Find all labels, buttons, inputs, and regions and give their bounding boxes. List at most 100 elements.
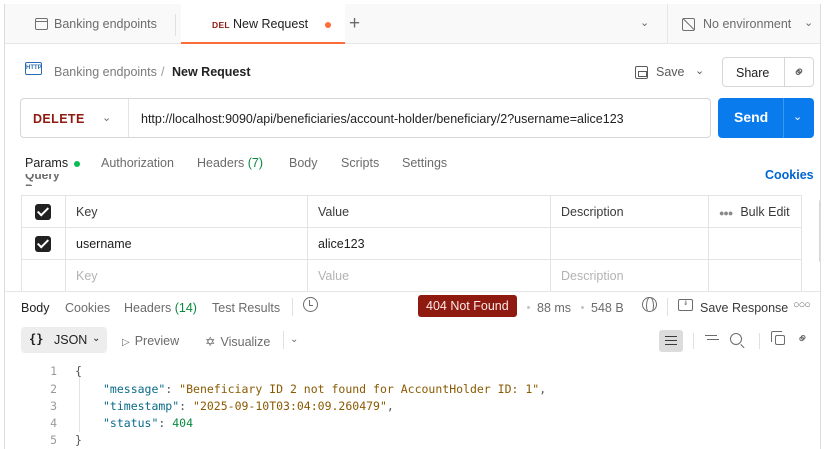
tab-new-request[interactable]: DEL New Request — [181, 4, 345, 44]
json-key: "message" — [103, 382, 166, 396]
format-selector[interactable]: {} JSON ⌄ — [21, 327, 107, 353]
tab-test-results[interactable]: Test Results — [212, 301, 280, 315]
tab-headers-label: Headers — [197, 156, 245, 170]
select-all-checkbox[interactable] — [35, 204, 51, 220]
code-line-status: "status": 404 — [103, 416, 194, 430]
wrap-lines-icon[interactable] — [659, 330, 683, 352]
tab-body[interactable]: Body — [289, 156, 318, 170]
search-icon[interactable] — [730, 333, 742, 345]
json-value: 404 — [172, 416, 194, 430]
params-table: Key Value Description ●●● Bulk Edit usern… — [21, 195, 802, 292]
empty-actions-cell — [708, 260, 802, 292]
tab-params[interactable]: Params — [25, 156, 81, 170]
json-trail: , — [386, 399, 394, 413]
row-checkbox[interactable] — [35, 236, 51, 252]
visualize-button[interactable]: ✡ Visualize — [205, 334, 270, 349]
json-value: "Beneficiary ID 2 not found for AccountH… — [179, 382, 540, 396]
request-tabs: Params Authorization Headers (7) Body Sc… — [5, 154, 820, 184]
save-icon — [635, 65, 648, 79]
filter-icon[interactable] — [705, 335, 717, 345]
bulk-edit-button[interactable]: ●●● Bulk Edit — [708, 196, 802, 228]
response-meta-divider — [667, 298, 668, 316]
tab-authorization[interactable]: Authorization — [101, 156, 174, 170]
params-active-dot-icon — [74, 160, 81, 167]
link-icon[interactable]: ⚭ — [793, 328, 813, 348]
tab-method-badge: DEL — [212, 20, 230, 30]
line-number: 2 — [50, 382, 57, 396]
url-divider — [128, 99, 129, 137]
json-key: "status" — [103, 416, 159, 430]
query-params-title: Query Params — [25, 174, 105, 186]
collection-icon — [35, 18, 48, 30]
send-button[interactable]: Send — [734, 109, 768, 125]
cookies-link[interactable]: Cookies — [765, 168, 814, 182]
preview-button[interactable]: ▷ Preview — [122, 334, 179, 348]
new-value-field[interactable]: Value — [307, 260, 550, 292]
response-divider[interactable] — [5, 291, 820, 292]
bulk-edit-label: Bulk Edit — [740, 205, 790, 219]
param-description-field[interactable] — [550, 228, 708, 260]
new-key-field[interactable]: Key — [65, 260, 307, 292]
meta-separator-dot — [581, 306, 584, 309]
visualize-divider — [283, 331, 284, 349]
save-button[interactable]: Save — [635, 58, 685, 86]
tab-scripts[interactable]: Scripts — [341, 156, 379, 170]
play-icon: ▷ — [122, 337, 130, 348]
response-body-editor[interactable]: 1 2 3 4 5 { "message": "Beneficiary ID 2… — [5, 359, 820, 449]
breadcrumb-collection[interactable]: Banking endpoints — [54, 65, 157, 79]
column-header-value: Value — [307, 196, 550, 228]
table-row-placeholder: Key Value Description — [21, 260, 802, 292]
params-scrollbar[interactable] — [819, 200, 820, 262]
response-tabs-divider — [292, 298, 293, 316]
code-line-timestamp: "timestamp": "2025-09-10T03:04:09.260479… — [103, 399, 394, 413]
tab-settings[interactable]: Settings — [402, 156, 447, 170]
tab-bar: Banking endpoints DEL New Request + ⌄ No… — [5, 4, 820, 44]
response-headers-count: (14) — [174, 301, 197, 315]
share-divider — [784, 58, 785, 86]
select-all-cell — [21, 196, 65, 228]
query-params-title-text: Query Params — [25, 174, 68, 186]
param-value-field[interactable]: alice123 — [307, 228, 550, 260]
line-number: 1 — [50, 364, 57, 378]
share-button[interactable]: Share — [736, 66, 769, 80]
more-icon[interactable]: ○○○ — [793, 299, 811, 311]
visualize-chevron-down-icon[interactable]: ⌄ — [290, 334, 298, 345]
response-time[interactable]: 88 ms — [537, 301, 571, 315]
globe-icon[interactable] — [642, 297, 657, 312]
new-description-field[interactable]: Description — [550, 260, 708, 292]
tab-response-cookies[interactable]: Cookies — [65, 301, 110, 315]
http-icon: HTTP — [25, 62, 42, 75]
breadcrumb-separator: / — [161, 65, 165, 79]
status-badge[interactable]: 404 Not Found — [418, 295, 517, 317]
tabs-chevron-down-icon[interactable]: ⌄ — [640, 16, 649, 29]
save-response-button[interactable]: Save Response — [700, 301, 788, 315]
tab-banking-endpoints[interactable]: Banking endpoints — [35, 17, 157, 31]
url-bar: DELETE ⌄ http://localhost:9090/api/benef… — [20, 98, 711, 138]
method-selector[interactable]: DELETE — [33, 112, 85, 126]
environment-chevron-down-icon[interactable]: ⌄ — [804, 16, 813, 29]
empty-checkbox-cell — [21, 260, 65, 292]
share-group: Share ⚭ — [722, 57, 814, 87]
tab-response-headers[interactable]: Headers (14) — [124, 301, 197, 315]
copy-icon[interactable] — [771, 331, 785, 345]
tab-headers[interactable]: Headers (7) — [197, 156, 263, 170]
param-key-field[interactable]: username — [65, 228, 307, 260]
environment-selector[interactable]: No environment — [682, 17, 791, 31]
line-number: 3 — [50, 399, 57, 413]
save-chevron-down-icon[interactable]: ⌄ — [695, 64, 704, 77]
response-size[interactable]: 548 B — [591, 301, 624, 315]
preview-label: Preview — [134, 334, 180, 348]
tab-response-body[interactable]: Body — [21, 301, 50, 315]
toolbar-divider — [759, 333, 760, 349]
json-key: "timestamp" — [103, 399, 180, 413]
method-chevron-down-icon[interactable]: ⌄ — [102, 111, 111, 124]
breadcrumb-request-name[interactable]: New Request — [172, 65, 251, 79]
line-number: 4 — [50, 416, 57, 430]
send-chevron-down-icon[interactable]: ⌄ — [793, 110, 802, 123]
link-icon[interactable]: ⚭ — [788, 61, 810, 83]
new-tab-plus-icon[interactable]: + — [349, 13, 360, 35]
history-icon[interactable] — [303, 297, 318, 312]
indent-guide — [79, 372, 80, 432]
url-input[interactable]: http://localhost:9090/api/beneficiaries/… — [141, 112, 624, 126]
tab-divider — [175, 14, 176, 36]
